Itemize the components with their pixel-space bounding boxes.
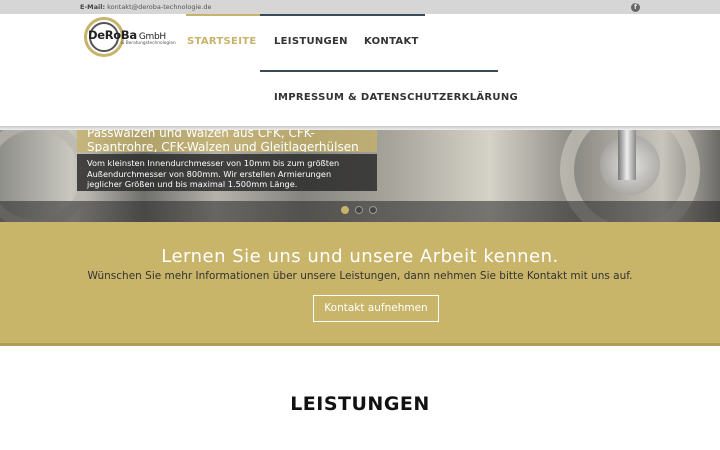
cta-text: Wünschen Sie mehr Informationen über uns… xyxy=(87,270,633,282)
company-logo[interactable]: DeRoBa GmbH & Beratungstechnologien xyxy=(82,17,176,59)
logo-tagline: & Beratungstechnologien xyxy=(121,41,176,46)
nav-startseite[interactable]: STARTSEITE xyxy=(187,36,256,48)
nav-leistungen[interactable]: LEISTUNGEN xyxy=(274,36,348,48)
hero-slider[interactable]: Passwalzen und Walzen aus CFK, CFK-Spant… xyxy=(0,130,720,222)
slide-dot-3[interactable] xyxy=(369,206,377,214)
nav-divider-middle xyxy=(260,70,498,72)
slide-headline: Passwalzen und Walzen aus CFK, CFK-Spant… xyxy=(77,130,377,152)
nav-impressum[interactable]: IMPRESSUM & DATENSCHUTZERKLÄRUNG xyxy=(274,92,518,104)
top-bar: E-Mail: kontakt@deroba-technologie.de f xyxy=(0,0,720,14)
logo-brand: DeRoBa GmbH xyxy=(88,28,166,42)
cta-section: Lernen Sie uns und unsere Arbeit kennen.… xyxy=(0,222,720,343)
contact-button[interactable]: Kontakt aufnehmen xyxy=(313,295,439,322)
nav-kontakt[interactable]: KONTAKT xyxy=(364,36,419,48)
nav-divider-top xyxy=(260,14,425,16)
active-nav-indicator xyxy=(186,14,260,16)
hero-image-rod xyxy=(618,130,636,180)
email-link[interactable]: kontakt@deroba-technologie.de xyxy=(107,3,211,11)
facebook-icon[interactable]: f xyxy=(631,3,640,12)
slide-dot-2[interactable] xyxy=(355,206,363,214)
slide-description: Vom kleinsten Innendurchmesser von 10mm … xyxy=(77,154,377,191)
cta-heading: Lernen Sie uns und unsere Arbeit kennen. xyxy=(161,246,559,267)
section-title: LEISTUNGEN xyxy=(290,393,430,415)
slide-dot-1[interactable] xyxy=(341,206,349,214)
email-info[interactable]: E-Mail: kontakt@deroba-technologie.de xyxy=(80,2,211,12)
email-label: E-Mail: xyxy=(80,3,106,11)
cta-border xyxy=(0,343,720,346)
slider-pagination xyxy=(341,206,377,214)
